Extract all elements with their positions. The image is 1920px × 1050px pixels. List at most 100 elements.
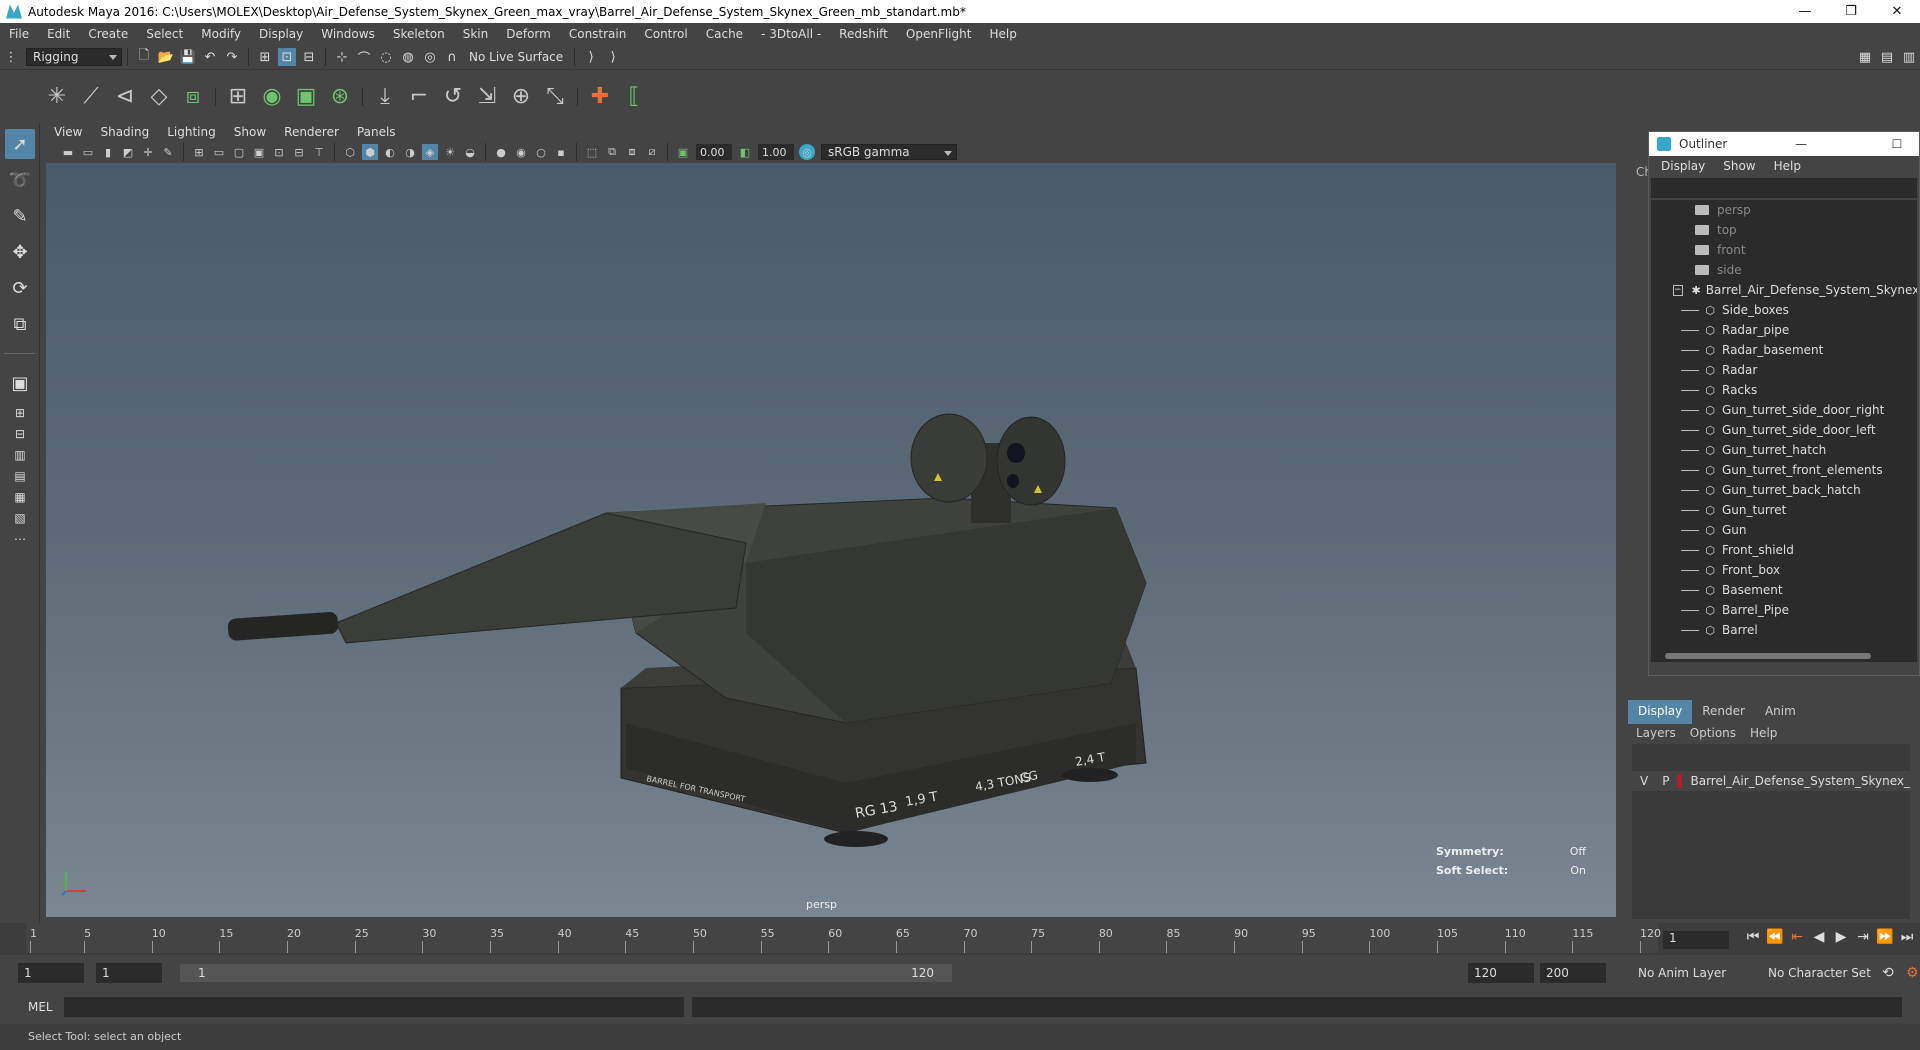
status-collapse-icon[interactable]: ⋮ [2,48,20,66]
graph-pane-icon[interactable]: ▦ [5,488,35,506]
outliner-search-input[interactable] [1651,178,1917,198]
outliner-item[interactable]: ⬡ Side_boxes [1651,300,1917,320]
maximize-button[interactable]: ❐ [1828,0,1874,23]
ik-spline-icon[interactable]: ⊲ [111,81,139,113]
textured-icon[interactable]: ◑ [402,144,418,160]
step-back-frame-icon[interactable]: ⇤ [1786,929,1808,945]
film-gate-icon[interactable]: ▭ [211,144,227,160]
wrap-icon[interactable]: ▣ [292,81,320,113]
outliner-item[interactable]: ⬡ Racks [1651,380,1917,400]
menu-control[interactable]: Control [635,27,696,41]
shadows-icon[interactable]: ◒ [462,144,478,160]
grease-pencil-icon[interactable]: ✎ [160,144,176,160]
aim-constraint-icon[interactable]: ⌐ [405,81,433,113]
render-icon[interactable]: ⟩ [604,48,622,66]
outliner-menu-help[interactable]: Help [1774,159,1801,173]
range-slider[interactable]: 1 120 [180,964,952,982]
snap-view-icon[interactable]: ◍ [399,48,417,66]
viewport-menu-shading[interactable]: Shading [100,125,149,139]
outliner-minimize-button[interactable]: — [1779,137,1823,151]
menu-set-dropdown[interactable]: Rigging [26,48,122,66]
viewport-menu-lighting[interactable]: Lighting [167,125,216,139]
collapse-icon[interactable]: − [1673,284,1683,296]
outliner-item[interactable]: ⬡ Basement [1651,580,1917,600]
outliner-horizontal-scrollbar[interactable] [1651,650,1917,662]
character-set-dropdown[interactable]: No Character Set [1762,963,1872,983]
playback-start-field[interactable]: 1 [96,963,162,983]
outliner-item[interactable]: ⬡ Gun_turret_side_door_left [1651,420,1917,440]
outliner-item[interactable]: ⬡ Radar_basement [1651,340,1917,360]
antialias-icon[interactable]: ○ [533,144,549,160]
field-chart-icon[interactable]: ⊡ [271,144,287,160]
cluster-icon[interactable]: ◉ [258,81,286,113]
scrollbar-thumb[interactable] [1665,653,1871,659]
menu-constrain[interactable]: Constrain [560,27,636,41]
wireframe-on-shaded-icon[interactable]: ◐ [382,144,398,160]
close-button[interactable]: ✕ [1874,0,1920,23]
smooth-shade-icon[interactable]: ⬢ [362,144,378,160]
viewport-menu-panels[interactable]: Panels [357,125,396,139]
exposure-icon[interactable]: ▣ [675,144,691,160]
select-hierarchy-icon[interactable]: ⊞ [256,48,274,66]
viewport-menu-renderer[interactable]: Renderer [284,125,339,139]
layer-menu-options[interactable]: Options [1690,726,1736,740]
scale-tool-icon[interactable]: ⧉ [5,309,35,339]
exposure-field[interactable]: 0.00 [696,144,732,160]
outliner-item[interactable]: ⬡ Radar [1651,360,1917,380]
select-tool-icon[interactable]: ➚ [5,129,35,159]
outliner-menu-show[interactable]: Show [1723,159,1755,173]
safe-title-icon[interactable]: ⊤ [311,144,327,160]
point-constraint-icon[interactable]: ⤓ [371,81,399,113]
four-pane-icon[interactable]: ⊞ [5,404,35,422]
grid-icon[interactable]: ⊞ [191,144,207,160]
menu-redshift[interactable]: Redshift [830,27,897,41]
menu-help[interactable]: Help [980,27,1025,41]
outliner-item[interactable]: ⬡ Barrel_Pipe [1651,600,1917,620]
undo-icon[interactable]: ↶ [201,48,219,66]
menu-modify[interactable]: Modify [192,27,250,41]
menu-edit[interactable]: Edit [38,27,79,41]
outliner-item[interactable]: ⬡ Gun_turret_front_elements [1651,460,1917,480]
layer-visibility-toggle[interactable]: V [1640,774,1648,788]
ambient-occlusion-icon[interactable]: ● [493,144,509,160]
time-slider[interactable]: 1 5 10 15 20 25 30 35 40 45 50 55 60 65 70 75 80 85 90 95 10… [26,923,1661,953]
viewport-menu-show[interactable]: Show [234,125,266,139]
lasso-tool-icon[interactable]: ➰ [5,165,35,195]
step-back-key-icon[interactable]: ⏪ [1764,929,1786,945]
gate-mask-icon[interactable]: ▣ [251,144,267,160]
camera-icon[interactable]: ▬ [60,144,76,160]
attribute-editor-toggle-icon[interactable]: ▥ [1900,48,1918,66]
outliner-pane-icon[interactable]: ▤ [5,467,35,485]
menu-3dtoall[interactable]: - 3DtoAll - [752,27,830,41]
2d-pan-icon[interactable]: ✛ [140,144,156,160]
insert-joint-icon[interactable]: ◇ [145,81,173,113]
redo-icon[interactable]: ↷ [223,48,241,66]
bookmark-icon[interactable]: ▮ [100,144,116,160]
current-frame-field[interactable]: 1 [1663,931,1729,949]
menu-skeleton[interactable]: Skeleton [384,27,454,41]
lights-icon[interactable]: ☀ [442,144,458,160]
outliner-maximize-button[interactable]: ☐ [1875,137,1919,151]
outliner-item[interactable]: ⬡ Front_box [1651,560,1917,580]
outliner-camera-persp[interactable]: persp [1651,200,1917,220]
step-forward-key-icon[interactable]: ⏩ [1874,929,1896,945]
viewport-menu-view[interactable]: View [54,125,82,139]
gamma-icon[interactable]: ◧ [737,144,753,160]
outliner-item[interactable]: ⬡ Radar_pipe [1651,320,1917,340]
channel-box-toggle-icon[interactable]: ▤ [1878,48,1896,66]
perspective-viewport[interactable]: RG 13 1,9 T 4,3 TONS CG 2,4 T BARREL FOR… [46,163,1616,917]
isolate-select-icon[interactable]: ⬚ [584,144,600,160]
select-component-icon[interactable]: ⊟ [300,48,318,66]
snap-grid-icon[interactable]: ⊹ [333,48,351,66]
lattice-icon[interactable]: ⊞ [224,81,252,113]
layer-color-swatch[interactable] [1677,774,1683,788]
anim-layer-dropdown[interactable]: No Anim Layer [1632,963,1742,983]
outliner-root-node[interactable]: − ✱ Barrel_Air_Defense_System_Skynex_Gre… [1651,280,1917,300]
outliner-camera-front[interactable]: front [1651,240,1917,260]
motion-blur-icon[interactable]: ◉ [513,144,529,160]
paint-select-icon[interactable]: ✎ [5,201,35,231]
layer-playback-toggle[interactable]: P [1662,774,1669,788]
mel-input[interactable] [64,997,684,1017]
menu-openflight[interactable]: OpenFlight [897,27,981,41]
backface-icon[interactable]: ⧄ [644,144,660,160]
